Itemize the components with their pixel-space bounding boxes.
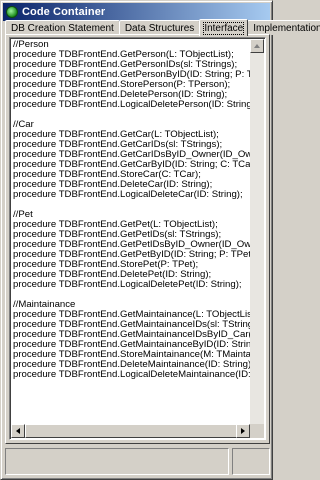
scroll-right-button[interactable] bbox=[236, 424, 250, 438]
tab-label: Data Structures bbox=[124, 22, 195, 34]
tab-data-structures[interactable]: Data Structures bbox=[118, 20, 201, 35]
tab-strip: DB Creation Statement Data Structures In… bbox=[5, 18, 320, 36]
scroll-up-button[interactable] bbox=[250, 39, 264, 53]
tab-label: DB Creation Statement bbox=[11, 22, 114, 34]
scroll-left-button[interactable] bbox=[11, 424, 25, 438]
arrow-left-icon bbox=[16, 428, 20, 434]
horizontal-scrollbar[interactable] bbox=[11, 424, 250, 438]
code-text[interactable]: //Person procedure TDBFrontEnd.GetPerson(… bbox=[13, 40, 250, 380]
scrollbar-corner bbox=[250, 424, 264, 438]
window-title: Code Container bbox=[22, 6, 106, 18]
horizontal-scroll-thumb[interactable] bbox=[25, 424, 239, 438]
code-line: procedure TDBFrontEnd.LogicalDeleteMaint… bbox=[13, 369, 250, 380]
tab-db-creation-statement[interactable]: DB Creation Statement bbox=[5, 20, 120, 35]
tab-label: Implementation bbox=[253, 22, 320, 34]
interface-tab-panel: //Person procedure TDBFrontEnd.GetPerson(… bbox=[5, 34, 270, 444]
app-icon bbox=[6, 6, 18, 18]
code-line: procedure TDBFrontEnd.LogicalDeleteCar(I… bbox=[13, 189, 243, 200]
status-panel-secondary bbox=[232, 448, 270, 475]
arrow-right-icon bbox=[241, 428, 245, 434]
status-panel-main bbox=[5, 448, 229, 475]
code-container-window: Code Container DB Creation Statement Dat… bbox=[0, 0, 320, 480]
code-editor[interactable]: //Person procedure TDBFrontEnd.GetPerson(… bbox=[9, 37, 266, 440]
arrow-up-icon bbox=[254, 44, 260, 48]
status-bar bbox=[5, 447, 270, 477]
code-line: procedure TDBFrontEnd.LogicalDeletePerso… bbox=[13, 99, 250, 110]
code-line: procedure TDBFrontEnd.LogicalDeletePet(I… bbox=[13, 279, 242, 290]
tab-interface[interactable]: Interface bbox=[199, 19, 249, 36]
tab-label: Interface bbox=[203, 21, 245, 35]
vertical-scrollbar[interactable] bbox=[250, 39, 264, 438]
tab-implementation[interactable]: Implementation bbox=[247, 20, 320, 35]
